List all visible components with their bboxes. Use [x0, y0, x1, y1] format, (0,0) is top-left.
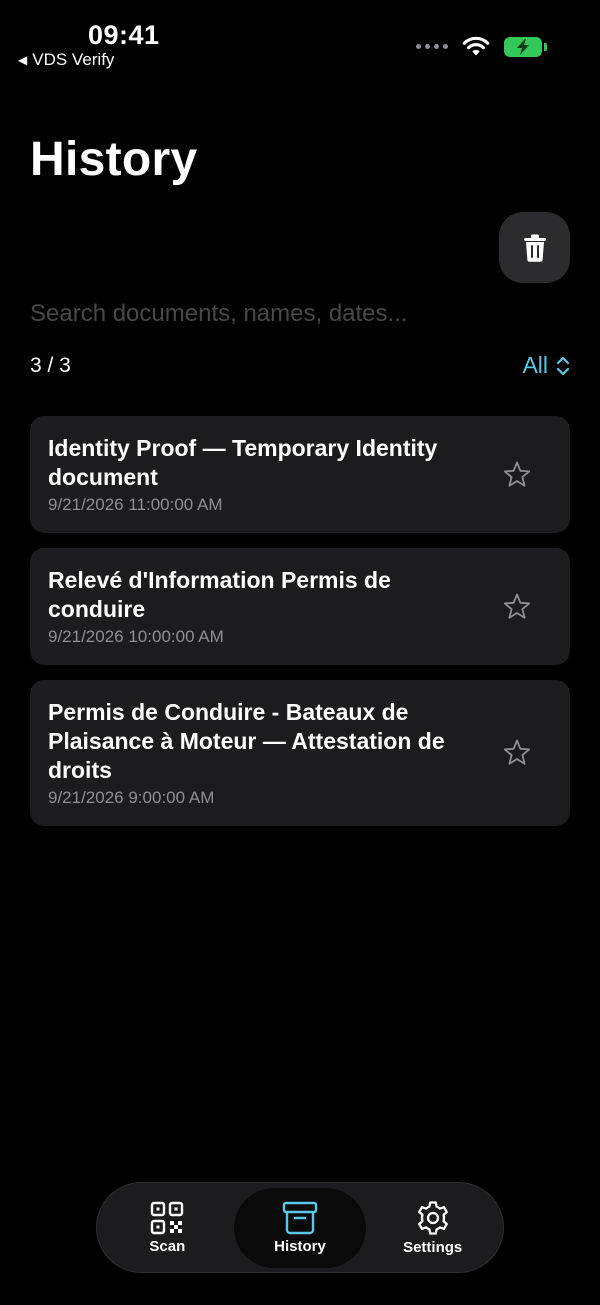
document-title: Permis de Conduire - Bateaux de Plaisanc…	[48, 699, 445, 783]
back-to-app-link[interactable]: ◀ VDS Verify	[18, 50, 114, 70]
status-time: 09:41	[88, 20, 160, 50]
document-card[interactable]: Permis de Conduire - Bateaux de Plaisanc…	[30, 680, 570, 826]
archive-box-icon	[282, 1201, 318, 1234]
search-input[interactable]	[30, 296, 570, 332]
status-indicators	[416, 36, 547, 57]
favorite-star-icon[interactable]	[502, 738, 532, 768]
favorite-star-icon[interactable]	[502, 592, 532, 622]
tab-bar: Scan History Settings	[96, 1182, 504, 1273]
chevron-up-down-icon	[556, 356, 570, 375]
page-title: History	[30, 133, 198, 186]
gear-icon	[417, 1200, 448, 1235]
document-list: Identity Proof — Temporary Identity docu…	[30, 416, 570, 841]
tab-scan[interactable]: Scan	[101, 1188, 234, 1268]
document-title: Identity Proof — Temporary Identity docu…	[48, 435, 438, 490]
signal-dots-icon	[416, 44, 448, 49]
tab-history[interactable]: History	[233, 1187, 367, 1268]
charging-bolt-icon	[517, 38, 529, 55]
clear-history-button[interactable]	[499, 212, 570, 283]
results-count: 3 / 3	[30, 354, 71, 377]
qr-code-icon	[151, 1201, 184, 1234]
document-title: Relevé d'Information Permis de conduire	[48, 567, 391, 622]
document-card[interactable]: Relevé d'Information Permis de conduire …	[30, 548, 570, 665]
document-date: 9/21/2026 9:00:00 AM	[48, 788, 215, 807]
favorite-star-icon[interactable]	[502, 460, 532, 490]
filter-dropdown[interactable]: All	[522, 352, 570, 379]
trash-icon	[523, 234, 546, 262]
tab-label: History	[274, 1237, 326, 1255]
document-date: 9/21/2026 11:00:00 AM	[48, 495, 223, 514]
back-triangle-icon: ◀	[18, 53, 28, 67]
battery-icon	[504, 36, 547, 57]
back-app-label: VDS Verify	[32, 50, 115, 69]
filter-label: All	[522, 352, 548, 378]
wifi-icon	[462, 36, 490, 56]
tab-settings[interactable]: Settings	[366, 1188, 499, 1268]
tab-label: Scan	[149, 1237, 186, 1255]
document-date: 9/21/2026 10:00:00 AM	[48, 627, 224, 646]
document-card[interactable]: Identity Proof — Temporary Identity docu…	[30, 416, 570, 533]
tab-label: Settings	[403, 1238, 463, 1256]
history-screen: 09:41 ◀ VDS Verify History Search docume…	[0, 0, 600, 1305]
